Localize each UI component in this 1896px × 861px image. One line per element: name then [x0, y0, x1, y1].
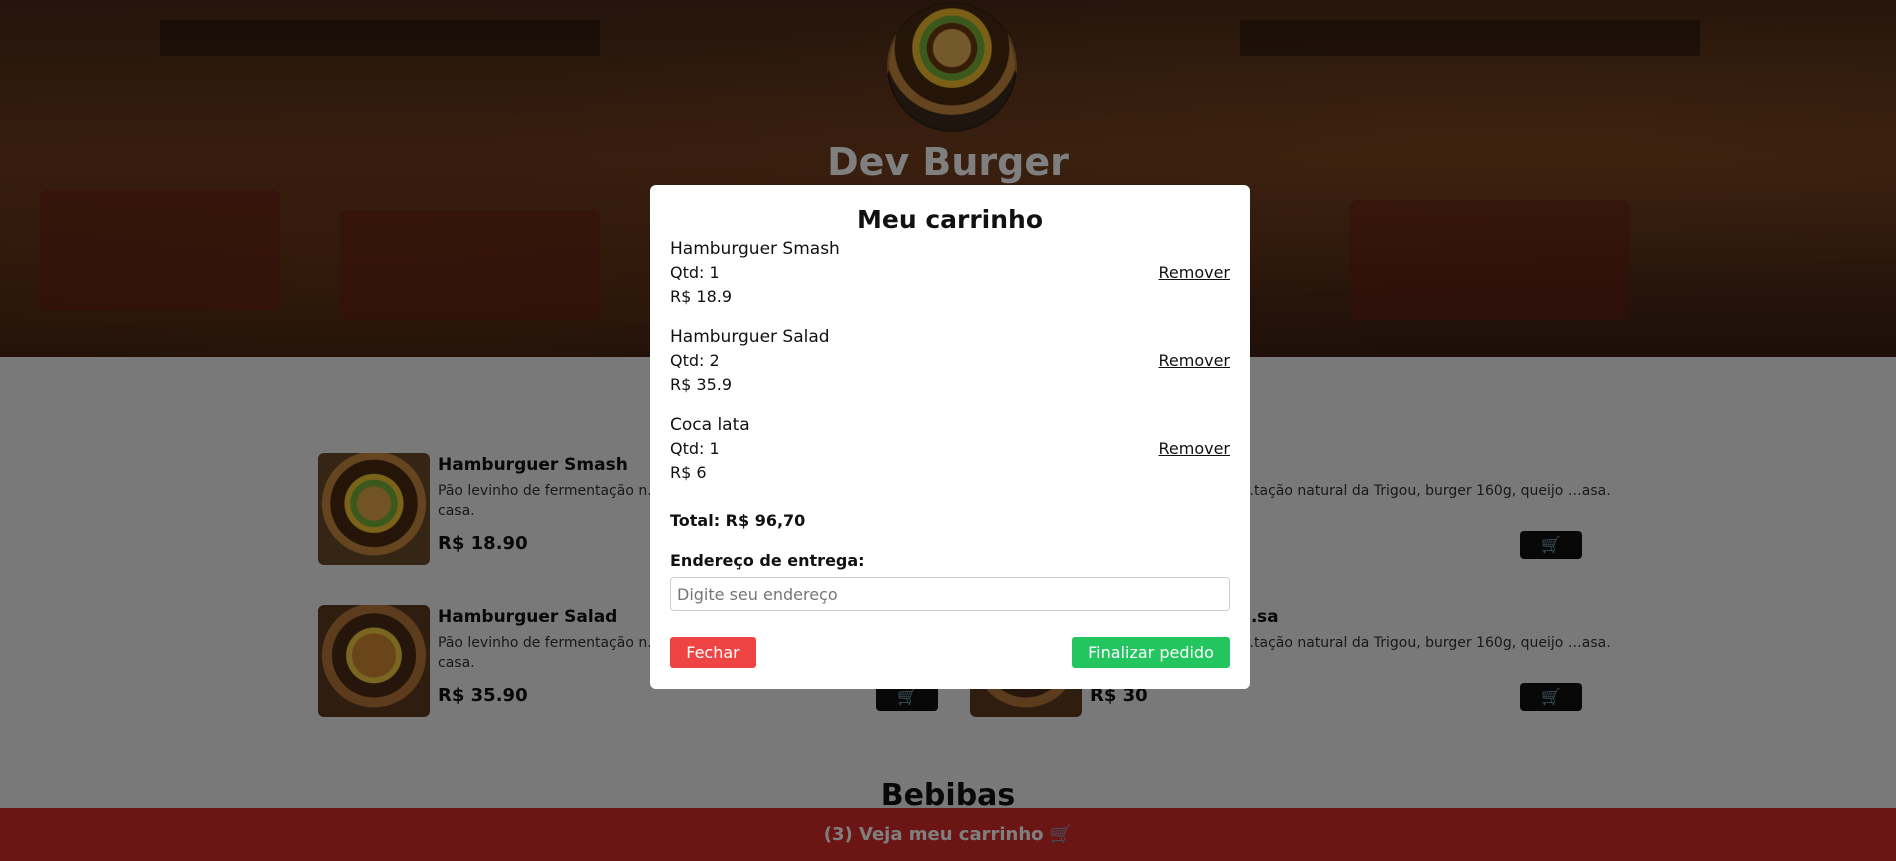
- cart-item-qty: Qtd: 1: [670, 263, 720, 282]
- cart-item-price: R$ 6: [670, 463, 707, 482]
- cart-item-price: R$ 18.9: [670, 287, 733, 306]
- address-label: Endereço de entrega:: [670, 551, 865, 570]
- cart-item-name: Coca lata: [670, 415, 750, 435]
- remove-item-button[interactable]: Remover: [1158, 351, 1230, 370]
- remove-item-button[interactable]: Remover: [1158, 439, 1230, 458]
- cart-item-name: Hamburguer Salad: [670, 327, 830, 347]
- cart-item: Hamburguer Salad Qtd: 2 R$ 35.9 Remover: [670, 327, 1230, 399]
- cart-modal: Meu carrinho Hamburguer Smash Qtd: 1 R$ …: [650, 185, 1250, 689]
- address-input[interactable]: [670, 577, 1230, 611]
- remove-item-button[interactable]: Remover: [1158, 263, 1230, 282]
- close-button[interactable]: Fechar: [670, 637, 756, 668]
- cart-item-price: R$ 35.9: [670, 375, 733, 394]
- cart-item-qty: Qtd: 2: [670, 351, 720, 370]
- cart-item: Coca lata Qtd: 1 R$ 6 Remover: [670, 415, 1230, 487]
- modal-title: Meu carrinho: [856, 205, 1044, 234]
- cart-item-qty: Qtd: 1: [670, 439, 720, 458]
- cart-total: Total: R$ 96,70: [670, 511, 806, 530]
- cart-item-name: Hamburguer Smash: [670, 239, 840, 259]
- cart-item: Hamburguer Smash Qtd: 1 R$ 18.9 Remover: [670, 239, 1230, 311]
- finish-order-button[interactable]: Finalizar pedido: [1072, 637, 1230, 668]
